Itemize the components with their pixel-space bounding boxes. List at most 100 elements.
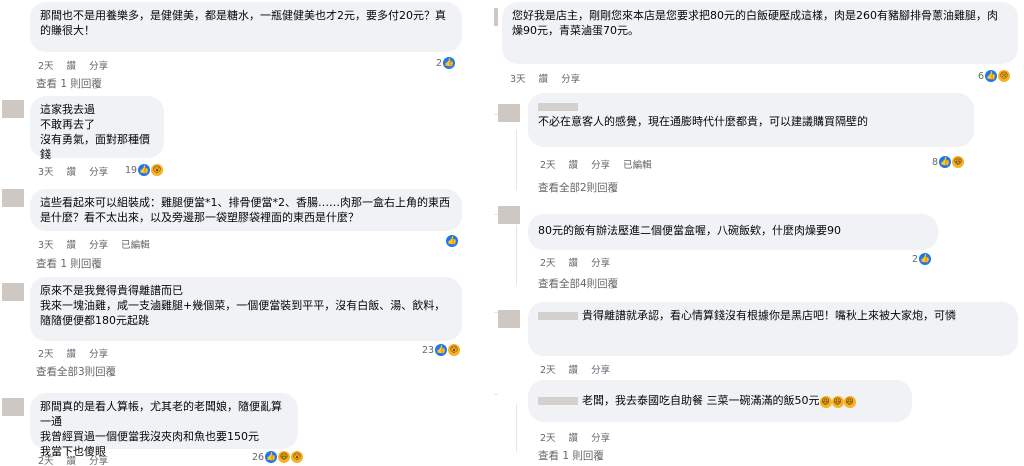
- share-button[interactable]: 分享: [561, 74, 580, 85]
- comment-actions: 3天 讚 分享: [510, 71, 593, 85]
- like-button[interactable]: 讚: [569, 160, 579, 171]
- share-button[interactable]: 分享: [89, 240, 108, 251]
- thread-line: [516, 130, 517, 190]
- reactions-count[interactable]: 2 👍: [912, 253, 932, 265]
- like-button[interactable]: 讚: [67, 456, 77, 466]
- like-button[interactable]: 讚: [539, 74, 549, 85]
- wow-icon: 😮: [291, 451, 304, 463]
- comment-bubble: 貴得離譜就承認，看心情算錢沒有根據你是黑店吧！嘴秋上來被大家炮，可憐: [528, 302, 1018, 356]
- timestamp[interactable]: 3天: [38, 167, 54, 178]
- comment-text: 不必在意客人的感覺，現在通膨時代什麼都貴，可以建議購買隔壁的: [538, 115, 868, 128]
- timestamp[interactable]: 2天: [38, 349, 54, 360]
- comment-text: 貴得離譜就承認，看心情算錢沒有根據你是黑店吧！嘴秋上來被大家炮，可憐: [582, 309, 956, 322]
- comment-actions: 3天 讚 分享 已編輯: [38, 237, 163, 251]
- reactions-count[interactable]: 6 👍 😢: [978, 70, 1011, 82]
- haha-icon: 😆: [819, 396, 832, 408]
- timestamp[interactable]: 3天: [510, 74, 526, 85]
- share-button[interactable]: 分享: [89, 167, 108, 178]
- commenter-name[interactable]: [538, 312, 578, 320]
- comment-text: 80元的飯有辦法壓進二個便當盒喔，八碗飯欸，什麼肉燥要90: [538, 224, 841, 237]
- avatar[interactable]: [2, 100, 24, 118]
- comment-bubble: 您好我是店主，剛剛您來本店是您要求把80元的白飯硬壓成這樣，肉是260有豬腳排骨…: [502, 2, 1018, 64]
- comment-text: 那間真的是看人算帳，尤其老的老闆娘，隨便亂算一通 我曾經買過一個便當我沒夾肉和魚…: [40, 400, 282, 458]
- wow-icon: 😮: [448, 344, 461, 356]
- like-icon: 👍: [443, 57, 456, 69]
- like-icon: 👍: [265, 451, 278, 463]
- reactions-count[interactable]: 8 👍 😆: [932, 156, 965, 168]
- share-button[interactable]: 分享: [89, 456, 108, 466]
- view-replies-link[interactable]: 查看 1 則回覆: [538, 448, 604, 463]
- timestamp[interactable]: 2天: [38, 61, 54, 72]
- reactions-count[interactable]: 👍: [446, 235, 458, 247]
- timestamp[interactable]: 2天: [540, 160, 556, 171]
- timestamp[interactable]: 2天: [540, 433, 556, 444]
- comment-text: 您好我是店主，剛剛您來本店是您要求把80元的白飯硬壓成這樣，肉是260有豬腳排骨…: [512, 9, 998, 37]
- comment-text: 這家我去過 不敢再去了 沒有勇氣，面對那種價錢: [40, 103, 150, 161]
- comment-bubble: 原來不是我覺得貴得離譜而已 我來一塊油雞，咸一支滷雞腿+幾個菜，一個便當裝到平平…: [30, 277, 462, 341]
- avatar[interactable]: [498, 104, 520, 122]
- comments-right-column: 您好我是店主，剛剛您來本店是您要求把80元的白飯硬壓成這樣，肉是260有豬腳排骨…: [494, 0, 1024, 466]
- like-icon: 👍: [446, 235, 458, 247]
- timestamp[interactable]: 2天: [540, 258, 556, 269]
- reactions-count[interactable]: 23 👍 😮: [422, 344, 461, 356]
- comment-bubble: 那間也不是用養樂多，是健健美，都是糖水，一瓶健健美也才2元，要多付20元？真的賺…: [30, 2, 462, 52]
- like-button[interactable]: 讚: [569, 365, 579, 376]
- comments-left-column: 那間也不是用養樂多，是健健美，都是糖水，一瓶健健美也才2元，要多付20元？真的賺…: [0, 0, 470, 466]
- avatar[interactable]: [2, 398, 24, 416]
- edited-label: 已編輯: [623, 160, 652, 171]
- like-button[interactable]: 讚: [569, 433, 579, 444]
- comment-bubble: 老闆，我去泰國吃自助餐 三菜一碗滿滿的飯50元 😆 😆 😆: [528, 380, 912, 422]
- comment-text: 原來不是我覺得貴得離譜而已 我來一塊油雞，咸一支滷雞腿+幾個菜，一個便當裝到平平…: [40, 284, 446, 327]
- avatar[interactable]: [2, 189, 24, 207]
- column-divider: [476, 0, 494, 466]
- comment-bubble: 這些看起來可以組裝成：雞腿便當*1、排骨便當*2、香腸……肉那一盒右上角的東西是…: [30, 189, 462, 231]
- view-replies-link[interactable]: 查看 1 則回覆: [36, 256, 102, 271]
- like-icon: 👍: [138, 164, 151, 176]
- share-button[interactable]: 分享: [591, 258, 610, 269]
- timestamp[interactable]: 2天: [38, 456, 54, 466]
- comment-bubble: 不必在意客人的感覺，現在通膨時代什麼都貴，可以建議購買隔壁的: [528, 93, 974, 147]
- comment-bubble: 這家我去過 不敢再去了 沒有勇氣，面對那種價錢: [30, 96, 164, 161]
- like-button[interactable]: 讚: [67, 240, 77, 251]
- like-button[interactable]: 讚: [67, 349, 77, 360]
- avatar[interactable]: [498, 310, 520, 328]
- like-icon: 👍: [919, 253, 932, 265]
- comment-actions: 2天 讚 分享: [38, 58, 121, 72]
- view-replies-link[interactable]: 查看全部4則回覆: [538, 276, 618, 291]
- reactions-count[interactable]: 19 👍 😮: [125, 164, 164, 176]
- avatar[interactable]: [498, 206, 520, 224]
- commenter-name[interactable]: [538, 397, 578, 405]
- share-button[interactable]: 分享: [89, 349, 108, 360]
- reactions-count[interactable]: 2 👍: [436, 57, 456, 69]
- reactions-count[interactable]: 26 👍 😆 😮: [252, 451, 304, 463]
- comment-bubble: 那間真的是看人算帳，尤其老的老闆娘，隨便亂算一通 我曾經買過一個便當我沒夾肉和魚…: [30, 393, 298, 458]
- like-button[interactable]: 讚: [569, 258, 579, 269]
- view-replies-link[interactable]: 查看全部2則回覆: [538, 180, 618, 195]
- avatar[interactable]: [2, 283, 24, 301]
- comment-actions: 2天 讚 分享: [38, 453, 121, 466]
- edited-label: 已編輯: [121, 240, 150, 251]
- like-button[interactable]: 讚: [67, 167, 77, 178]
- like-icon: 👍: [985, 70, 998, 82]
- haha-icon: 😆: [952, 156, 965, 168]
- thread-line: [516, 404, 517, 452]
- share-button[interactable]: 分享: [591, 433, 610, 444]
- share-button[interactable]: 分享: [591, 365, 610, 376]
- like-icon: 👍: [435, 344, 448, 356]
- wow-icon: 😮: [151, 164, 164, 176]
- view-replies-link[interactable]: 查看 1 則回覆: [36, 76, 102, 91]
- haha-icon: 😆: [278, 451, 291, 463]
- share-button[interactable]: 分享: [591, 160, 610, 171]
- commenter-name[interactable]: [538, 103, 578, 111]
- sad-icon: 😢: [998, 70, 1011, 82]
- share-button[interactable]: 分享: [89, 61, 108, 72]
- comment-text: 老闆，我去泰國吃自助餐 三菜一碗滿滿的飯50元: [582, 394, 820, 407]
- comment-actions: 2天 讚 分享: [38, 346, 121, 360]
- timestamp[interactable]: 2天: [540, 365, 556, 376]
- avatar[interactable]: [494, 8, 498, 26]
- like-button[interactable]: 讚: [67, 61, 77, 72]
- timestamp[interactable]: 3天: [38, 240, 54, 251]
- view-replies-link[interactable]: 查看全部3則回覆: [36, 364, 116, 379]
- comment-bubble: 80元的飯有辦法壓進二個便當盒喔，八碗飯欸，什麼肉燥要90: [528, 214, 938, 250]
- haha-icon: 😆: [843, 396, 856, 408]
